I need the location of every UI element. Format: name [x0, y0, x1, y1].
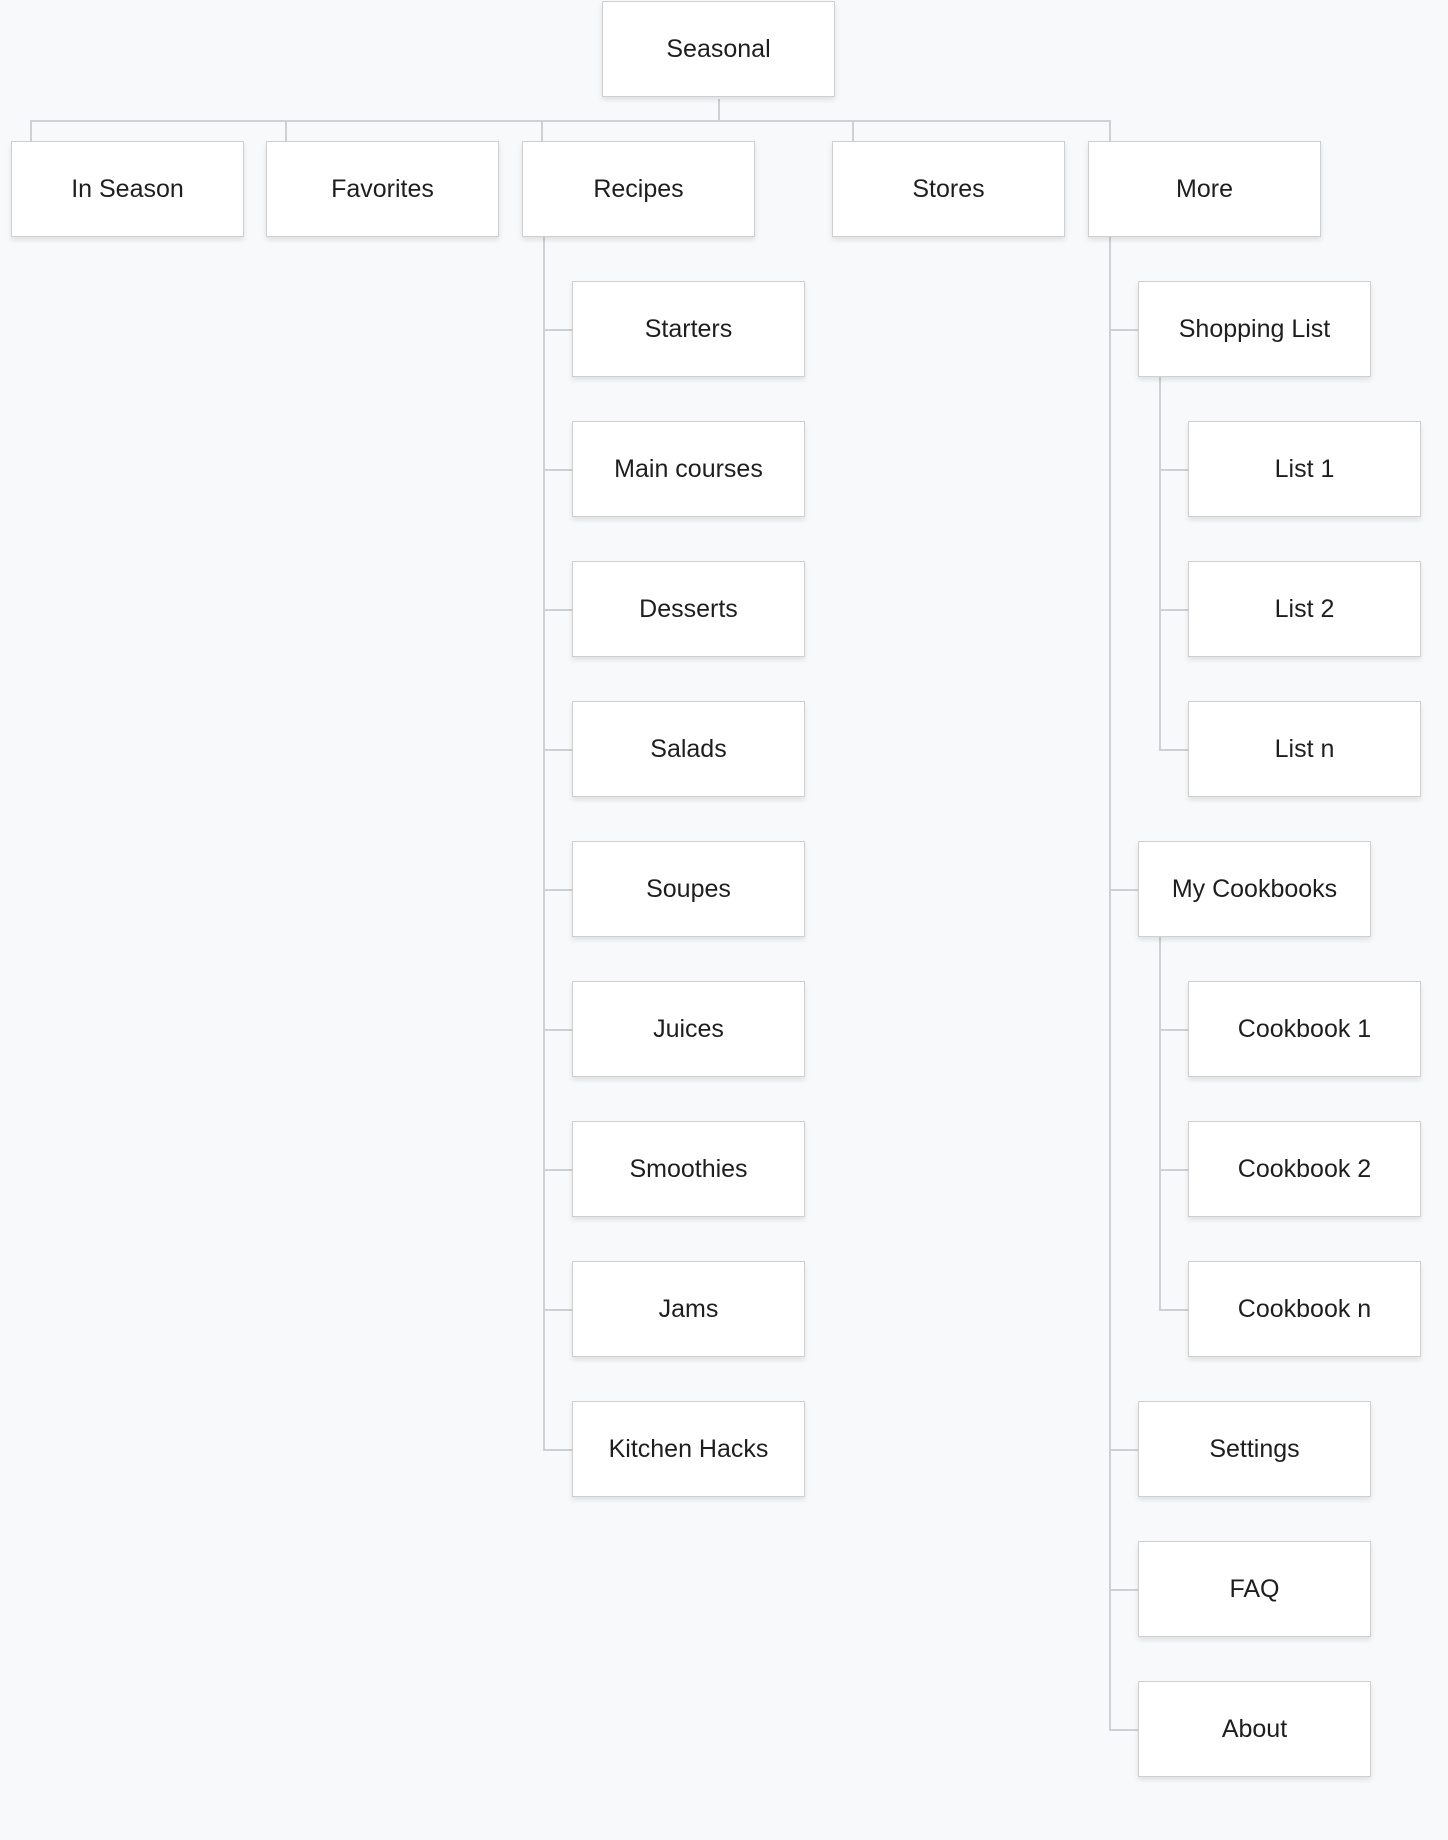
connector: [1159, 609, 1188, 611]
connector: [543, 237, 545, 1449]
connector: [1159, 1309, 1188, 1311]
node-favorites: Favorites: [266, 141, 499, 237]
connector: [1159, 749, 1188, 751]
connector: [1109, 329, 1138, 331]
connector: [30, 120, 1111, 122]
node-smoothies: Smoothies: [572, 1121, 805, 1217]
connector: [30, 120, 32, 141]
connector: [543, 469, 572, 471]
connector: [1109, 1729, 1138, 1731]
connector: [541, 120, 543, 141]
node-starters: Starters: [572, 281, 805, 377]
connector: [1109, 889, 1138, 891]
node-jams: Jams: [572, 1261, 805, 1357]
connector: [1159, 1029, 1188, 1031]
node-in-season: In Season: [11, 141, 244, 237]
connector: [1159, 469, 1188, 471]
connector: [543, 1449, 572, 1451]
node-recipes: Recipes: [522, 141, 755, 237]
node-about: About: [1138, 1681, 1371, 1777]
node-settings: Settings: [1138, 1401, 1371, 1497]
node-cookbook-2: Cookbook 2: [1188, 1121, 1421, 1217]
connector: [543, 1029, 572, 1031]
connector: [543, 1309, 572, 1311]
connector: [1109, 237, 1111, 1729]
node-soupes: Soupes: [572, 841, 805, 937]
connector: [1109, 120, 1111, 141]
connector: [1159, 937, 1161, 1309]
node-juices: Juices: [572, 981, 805, 1077]
node-list-2: List 2: [1188, 561, 1421, 657]
node-seasonal: Seasonal: [602, 1, 835, 97]
node-salads: Salads: [572, 701, 805, 797]
connector: [1109, 1589, 1138, 1591]
connector: [543, 749, 572, 751]
node-cookbook-1: Cookbook 1: [1188, 981, 1421, 1077]
connector: [718, 99, 720, 121]
node-list-n: List n: [1188, 701, 1421, 797]
connector: [1159, 377, 1161, 749]
connector: [543, 1169, 572, 1171]
node-list-1: List 1: [1188, 421, 1421, 517]
connector: [543, 889, 572, 891]
connector: [1159, 1169, 1188, 1171]
connector: [1109, 1449, 1138, 1451]
connector: [852, 120, 854, 141]
node-my-cookbooks: My Cookbooks: [1138, 841, 1371, 937]
node-stores: Stores: [832, 141, 1065, 237]
connector: [543, 609, 572, 611]
node-faq: FAQ: [1138, 1541, 1371, 1637]
connector: [285, 120, 287, 141]
node-desserts: Desserts: [572, 561, 805, 657]
node-more: More: [1088, 141, 1321, 237]
node-kitchen-hacks: Kitchen Hacks: [572, 1401, 805, 1497]
connector: [543, 329, 572, 331]
node-main-courses: Main courses: [572, 421, 805, 517]
node-cookbook-n: Cookbook n: [1188, 1261, 1421, 1357]
node-shopping-list: Shopping List: [1138, 281, 1371, 377]
